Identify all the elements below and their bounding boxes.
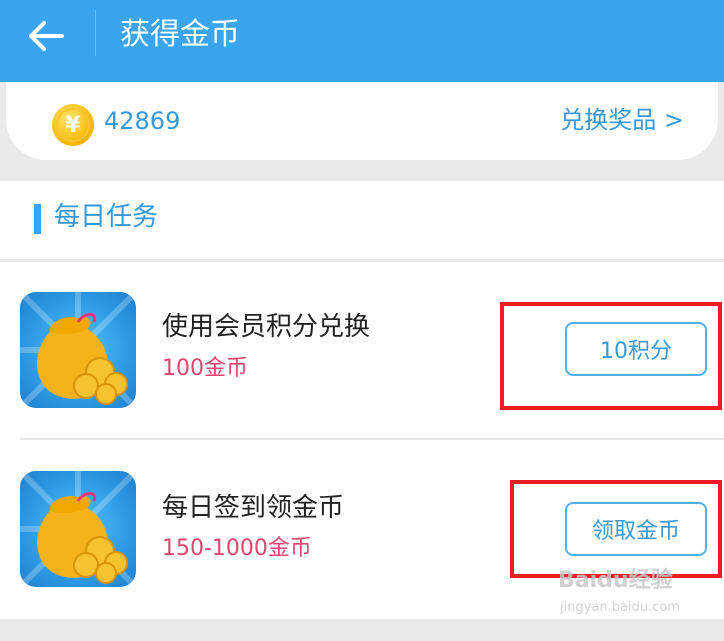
task-name: 使用会员积分兑换 [162,312,371,342]
highlight-box [510,480,722,578]
section-title: 每日任务 [54,202,159,232]
coin-bag-icon [20,292,136,408]
task-name: 每日签到领金币 [162,493,345,523]
app-header: 获得金币 [0,0,724,82]
header-divider [95,10,96,56]
arrow-left-icon [29,21,64,51]
redeem-prizes-link[interactable]: 兑换奖品 > [560,104,684,136]
watermark-url: jingyan.baidu.com [560,600,680,615]
coin-bag-icon [20,471,136,587]
back-button[interactable] [24,16,68,56]
coin-icon: ¥ [52,104,94,146]
watermark-logo: Baidu经验 [558,568,673,593]
highlight-box [500,302,722,410]
task-reward: 100金币 [162,356,248,381]
section-accent-bar [34,204,41,234]
page-title: 获得金币 [120,17,240,52]
coin-glyph: ¥ [56,108,90,142]
task-reward: 150-1000金币 [162,536,312,561]
coin-balance: 42869 [104,107,181,135]
list-divider [20,438,724,440]
